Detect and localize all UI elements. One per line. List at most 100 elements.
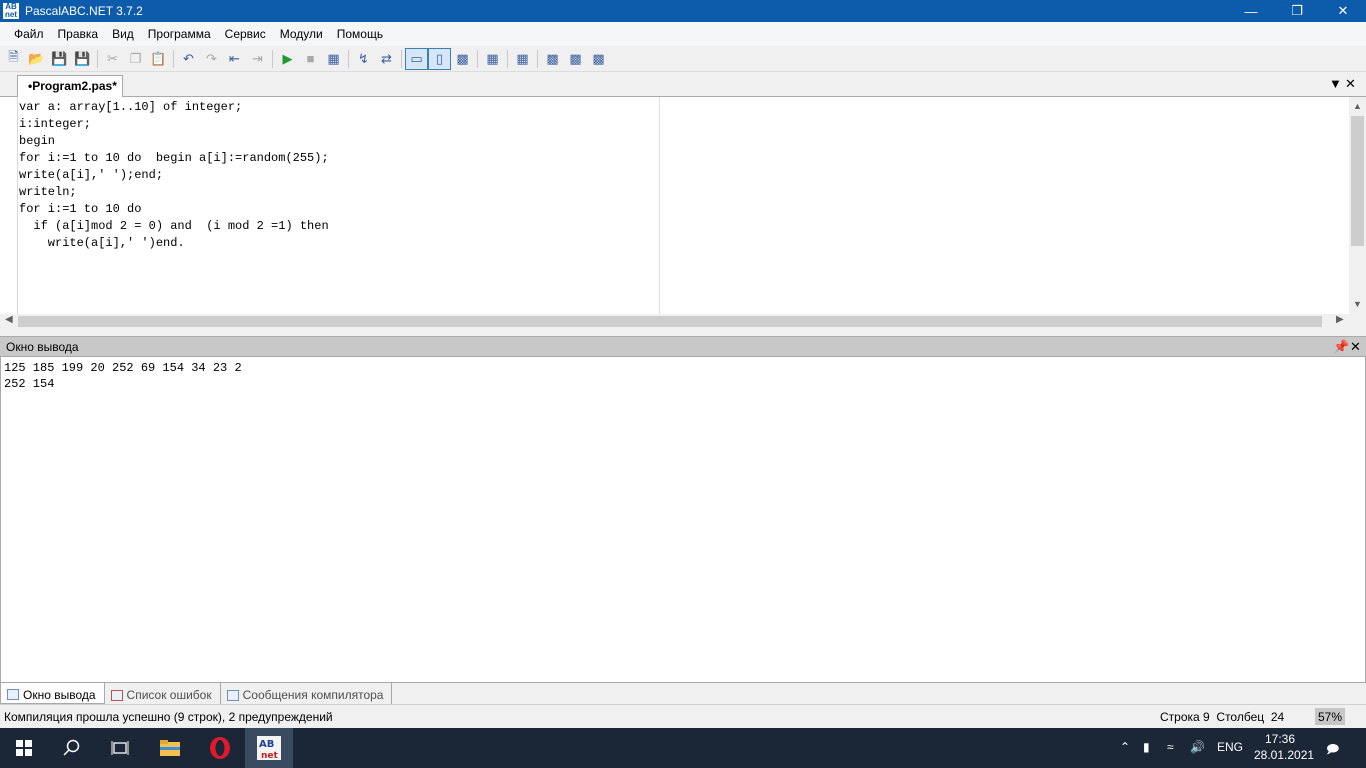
- format-code-icon[interactable]: ▦: [481, 48, 504, 70]
- output-window-icon: [7, 689, 19, 700]
- output-window[interactable]: 125 185 199 20 252 69 154 34 23 2 252 15…: [0, 356, 1366, 683]
- code-line: if (a[i]mod 2 = 0) and (i mod 2 =1) then: [19, 219, 329, 233]
- title-bar: AB net PascalABC.NET 3.7.2 — ❐ ✕: [0, 0, 1366, 22]
- step-into-icon[interactable]: ↯: [352, 48, 375, 70]
- undo-icon[interactable]: ↶: [177, 48, 200, 70]
- code-line: var a: array[1..10] of integer;: [19, 100, 243, 114]
- bottom-panel-tabs: Окно вывода Список ошибок Сообщения комп…: [0, 683, 1366, 705]
- reference-icon[interactable]: ▩: [587, 48, 610, 70]
- disassembly-icon[interactable]: ▩: [564, 48, 587, 70]
- code-template-icon[interactable]: ▦: [511, 48, 534, 70]
- tab-error-list[interactable]: Список ошибок: [105, 683, 221, 704]
- save-all-icon[interactable]: 💾: [71, 48, 94, 70]
- close-tab-icon[interactable]: ✕: [1345, 76, 1356, 92]
- paste-icon[interactable]: 📋: [147, 48, 170, 70]
- output-line: 252 154: [4, 377, 55, 391]
- windows-start-icon[interactable]: [0, 728, 48, 768]
- show-hidden-icons-icon[interactable]: ⌃: [1120, 740, 1130, 754]
- menu-modules[interactable]: Модули: [273, 27, 330, 41]
- scroll-left-icon[interactable]: ◀: [5, 314, 13, 325]
- pascalabc-taskbar-icon[interactable]: AB net: [245, 728, 293, 768]
- compile-icon[interactable]: ▦: [322, 48, 345, 70]
- pin-icon[interactable]: 📌: [1333, 339, 1349, 355]
- tab-program2[interactable]: •Program2.pas*: [17, 75, 123, 97]
- step-over-icon[interactable]: ⇄: [375, 48, 398, 70]
- form-designer-icon[interactable]: ▩: [541, 48, 564, 70]
- windows-taskbar: AB net ⌃ ▮ ≈ 🔊 ENG 17:36 28.01.2021 🗩: [0, 728, 1366, 768]
- watch-window-icon[interactable]: ▩: [451, 48, 474, 70]
- clock-time: 17:36: [1264, 732, 1296, 746]
- menu-edit[interactable]: Правка: [51, 27, 106, 41]
- notifications-icon[interactable]: 🗩: [1326, 740, 1339, 761]
- editor-horizontal-scroll-thumb[interactable]: [18, 316, 1322, 327]
- battery-icon[interactable]: ▮: [1143, 740, 1150, 754]
- code-line: i:integer;: [19, 117, 92, 131]
- output-window-toggle-icon[interactable]: ▭: [405, 47, 428, 70]
- single-window-toggle-icon[interactable]: ▯: [428, 47, 451, 70]
- document-tabstrip: •Program2.pas* ▼ ✕: [0, 73, 1366, 97]
- save-icon[interactable]: 💾: [48, 48, 71, 70]
- code-line: for i:=1 to 10 do: [19, 202, 142, 216]
- stop-icon[interactable]: ■: [299, 48, 322, 70]
- code-editor[interactable]: var a: array[1..10] of integer; i:integer…: [0, 97, 1366, 314]
- volume-icon[interactable]: 🔊: [1190, 740, 1205, 754]
- code-text[interactable]: var a: array[1..10] of integer; i:integer…: [19, 99, 329, 252]
- clock-date: 28.01.2021: [1254, 748, 1315, 762]
- scroll-up-icon[interactable]: ▲: [1349, 101, 1366, 111]
- restore-button[interactable]: ❐: [1274, 0, 1320, 22]
- window-title: PascalABC.NET 3.7.2: [25, 4, 143, 18]
- editor-horizontal-scrollbar[interactable]: ◀ ▶: [0, 314, 1349, 329]
- scroll-right-icon[interactable]: ▶: [1336, 314, 1344, 325]
- code-line: write(a[i],' ')end.: [19, 236, 185, 250]
- menu-bar: Файл Правка Вид Программа Сервис Модули …: [0, 22, 1366, 46]
- tab-list-dropdown-icon[interactable]: ▼: [1329, 76, 1342, 91]
- search-icon[interactable]: [48, 728, 96, 768]
- compile-status-message: Компиляция прошла успешно (9 строк), 2 п…: [4, 710, 333, 724]
- tab-output-window[interactable]: Окно вывода: [0, 683, 105, 704]
- cursor-position: Строка 9 Столбец 24: [1160, 710, 1285, 724]
- menu-view[interactable]: Вид: [105, 27, 141, 41]
- output-panel-title: Окно вывода: [6, 340, 79, 354]
- svg-text:net: net: [261, 751, 279, 761]
- file-explorer-icon[interactable]: [146, 728, 194, 768]
- error-list-icon: [110, 689, 123, 701]
- svg-text:AB: AB: [259, 739, 274, 750]
- code-line: for i:=1 to 10 do begin a[i]:=random(255…: [19, 151, 329, 165]
- menu-file[interactable]: Файл: [7, 27, 51, 41]
- toolbar: 🗎 📂 💾 💾 ✂ ❐ 📋 ↶ ↷ ⇤ ⇥ ▶ ■ ▦ ↯ ⇄ ▭ ▯ ▩ ▦ …: [0, 46, 1366, 72]
- pascalabc-app-icon: AB net: [3, 2, 19, 19]
- code-line: begin: [19, 134, 56, 148]
- minimize-button[interactable]: —: [1228, 0, 1274, 22]
- tab-compiler-messages[interactable]: Сообщения компилятора: [221, 683, 393, 704]
- status-bar: Компиляция прошла успешно (9 строк), 2 п…: [0, 706, 1366, 728]
- editor-gutter: [0, 97, 18, 314]
- new-file-icon[interactable]: 🗎: [2, 48, 25, 70]
- scroll-down-icon[interactable]: ▼: [1349, 299, 1366, 309]
- open-folder-icon[interactable]: 📂: [25, 48, 48, 70]
- editor-vertical-scroll-thumb[interactable]: [1351, 116, 1364, 246]
- indent-right-icon[interactable]: ⇥: [246, 48, 269, 70]
- wifi-icon[interactable]: ≈: [1167, 740, 1174, 754]
- menu-help[interactable]: Помощь: [330, 27, 390, 41]
- redo-icon[interactable]: ↷: [200, 48, 223, 70]
- editor-margin-line: [659, 97, 660, 314]
- code-line: writeln;: [19, 185, 77, 199]
- menu-service[interactable]: Сервис: [218, 27, 273, 41]
- close-output-panel-icon[interactable]: ✕: [1350, 339, 1361, 355]
- taskbar-clock[interactable]: 17:36 28.01.2021: [1254, 731, 1315, 763]
- code-line: write(a[i],' ');end;: [19, 168, 164, 182]
- input-language-indicator[interactable]: ENG: [1217, 740, 1243, 754]
- copy-icon[interactable]: ❐: [124, 48, 147, 70]
- zoom-level[interactable]: 57%: [1315, 708, 1345, 725]
- run-icon[interactable]: ▶: [276, 48, 299, 70]
- editor-vertical-scrollbar[interactable]: ▲ ▼: [1349, 97, 1366, 314]
- compiler-messages-icon: [226, 689, 239, 701]
- close-button[interactable]: ✕: [1320, 0, 1366, 22]
- cut-icon[interactable]: ✂: [101, 48, 124, 70]
- opera-browser-icon[interactable]: [196, 728, 244, 768]
- output-line: 125 185 199 20 252 69 154 34 23 2: [4, 361, 242, 375]
- menu-program[interactable]: Программа: [141, 27, 218, 41]
- output-panel-header: Окно вывода 📌 ✕: [0, 336, 1366, 356]
- task-view-icon[interactable]: [96, 728, 144, 768]
- indent-left-icon[interactable]: ⇤: [223, 48, 246, 70]
